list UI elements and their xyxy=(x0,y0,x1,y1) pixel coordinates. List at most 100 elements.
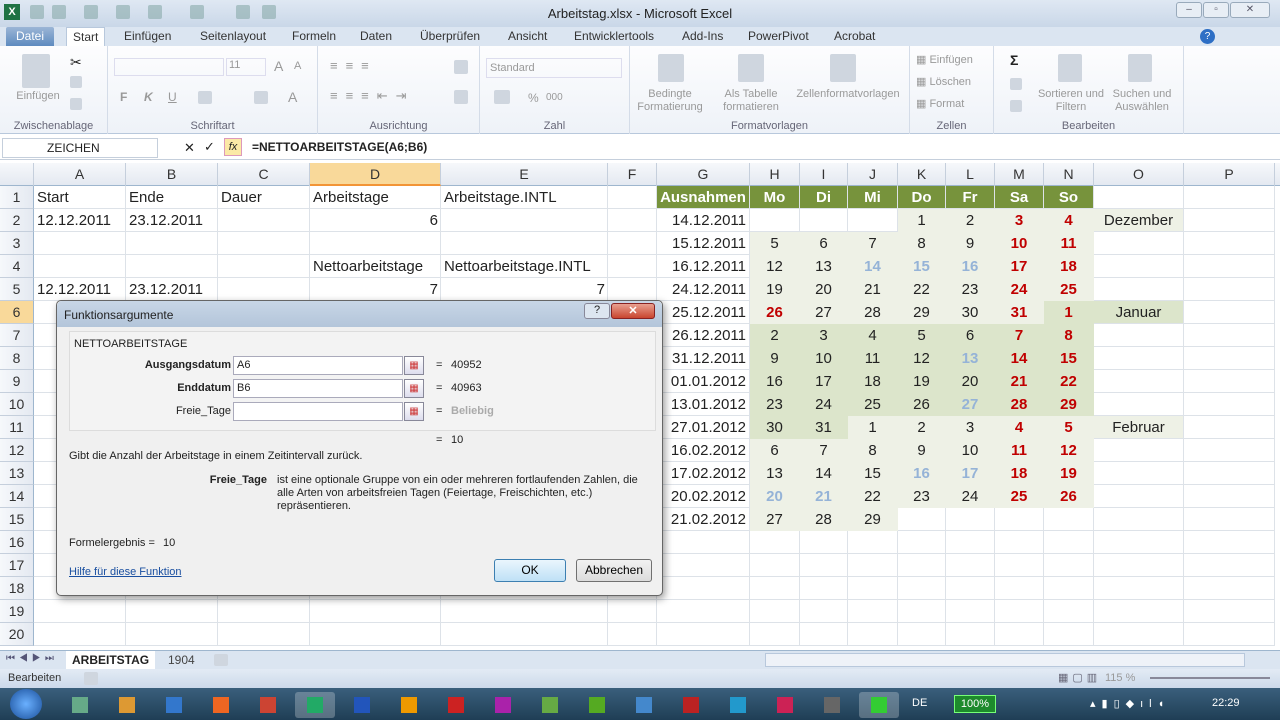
column-header-K[interactable]: K xyxy=(898,163,946,186)
row-header-20[interactable]: 20 xyxy=(0,623,34,646)
row-header-2[interactable]: 2 xyxy=(0,209,34,232)
calendar-day[interactable] xyxy=(946,508,995,531)
calendar-day[interactable]: 1 xyxy=(848,416,898,439)
start-button[interactable] xyxy=(10,689,42,719)
calendar-day[interactable]: 31 xyxy=(800,416,848,439)
calendar-day[interactable]: 24 xyxy=(800,393,848,416)
tab-add-ins[interactable]: Add-Ins xyxy=(676,27,729,46)
row-header-17[interactable]: 17 xyxy=(0,554,34,577)
cell[interactable] xyxy=(657,623,750,646)
taskbar-app-explorer-icon[interactable] xyxy=(60,692,100,718)
cell[interactable] xyxy=(995,531,1044,554)
cell[interactable] xyxy=(1184,554,1275,577)
cell-A1[interactable]: Start xyxy=(34,186,126,209)
tab-acrobat[interactable]: Acrobat xyxy=(828,27,881,46)
cell[interactable] xyxy=(1184,393,1275,416)
tab-daten[interactable]: Daten xyxy=(354,27,398,46)
tray-icons[interactable]: ▴▮▯◆ıl◖ xyxy=(1090,697,1170,710)
cell-B1[interactable]: Ende xyxy=(126,186,218,209)
cell-D2[interactable]: 6 xyxy=(310,209,441,232)
exception-date[interactable]: 14.12.2011 xyxy=(657,209,750,232)
delete-cells-button[interactable]: ▦ Löschen xyxy=(916,76,971,89)
find-select-icon[interactable] xyxy=(1128,54,1152,82)
cancel-formula-icon[interactable]: ✕ xyxy=(184,140,195,156)
collapse-dialog-icon[interactable]: ▦ xyxy=(404,402,424,421)
close-button[interactable]: ✕ xyxy=(1230,2,1270,18)
taskbar-app-M-icon[interactable] xyxy=(812,692,852,718)
cell-A2[interactable]: 12.12.2011 xyxy=(34,209,126,232)
exception-date[interactable]: 20.02.2012 xyxy=(657,485,750,508)
calendar-day[interactable]: 3 xyxy=(800,324,848,347)
calendar-day[interactable]: 8 xyxy=(848,439,898,462)
cell[interactable] xyxy=(1094,600,1184,623)
bold-button[interactable]: F xyxy=(120,90,127,104)
cell[interactable] xyxy=(1184,623,1275,646)
number-format-select[interactable]: Standard xyxy=(486,58,622,78)
cell[interactable] xyxy=(1184,416,1275,439)
calendar-day[interactable]: 16 xyxy=(946,255,995,278)
cell-E4[interactable]: Nettoarbeitstage.INTL xyxy=(441,255,608,278)
cell[interactable] xyxy=(608,623,657,646)
cell[interactable] xyxy=(1184,485,1275,508)
cell[interactable] xyxy=(1184,439,1275,462)
cell[interactable] xyxy=(1184,577,1275,600)
cell[interactable] xyxy=(1184,531,1275,554)
cell[interactable] xyxy=(1184,324,1275,347)
cell[interactable] xyxy=(218,623,310,646)
exception-date[interactable]: 27.01.2012 xyxy=(657,416,750,439)
sheet-tab-arbeitstag[interactable]: ARBEITSTAG xyxy=(66,651,156,669)
calendar-day[interactable]: 20 xyxy=(946,370,995,393)
shrink-font-icon[interactable]: A xyxy=(294,60,301,72)
taskbar-app-P-icon[interactable] xyxy=(577,692,617,718)
calendar-day[interactable]: 22 xyxy=(1044,370,1094,393)
calendar-day[interactable]: 7 xyxy=(800,439,848,462)
row-header-11[interactable]: 11 xyxy=(0,416,34,439)
row-header-16[interactable]: 16 xyxy=(0,531,34,554)
exception-date[interactable]: 24.12.2011 xyxy=(657,278,750,301)
autosum-icon[interactable]: Σ xyxy=(1010,52,1018,68)
exception-date[interactable]: 13.01.2012 xyxy=(657,393,750,416)
cell[interactable] xyxy=(126,600,218,623)
cell-A5[interactable]: 12.12.2011 xyxy=(34,278,126,301)
row-header-4[interactable]: 4 xyxy=(0,255,34,278)
calendar-day[interactable]: 16 xyxy=(898,462,946,485)
sort-filter-button[interactable]: Sortieren und Filtern xyxy=(1036,88,1106,114)
calendar-day[interactable]: 27 xyxy=(800,301,848,324)
cell[interactable] xyxy=(946,577,995,600)
cell-B2[interactable]: 23.12.2011 xyxy=(126,209,218,232)
cell[interactable] xyxy=(1184,508,1275,531)
calendar-day[interactable]: 26 xyxy=(1044,485,1094,508)
cell-E5[interactable]: 7 xyxy=(441,278,608,301)
cell[interactable] xyxy=(848,531,898,554)
taskbar-app-W-icon[interactable] xyxy=(342,692,382,718)
cell[interactable] xyxy=(1044,623,1094,646)
tab-entwicklertools[interactable]: Entwicklertools xyxy=(568,27,660,46)
calendar-day[interactable] xyxy=(800,209,848,232)
cell[interactable] xyxy=(898,577,946,600)
calendar-day[interactable]: 29 xyxy=(898,301,946,324)
cell[interactable] xyxy=(946,600,995,623)
calendar-day[interactable] xyxy=(1044,508,1094,531)
horizontal-align-icons[interactable]: ≡≡≡⇤⇥ xyxy=(330,88,415,104)
calendar-day[interactable]: 12 xyxy=(898,347,946,370)
calendar-day[interactable]: 9 xyxy=(946,232,995,255)
exception-date[interactable]: 01.01.2012 xyxy=(657,370,750,393)
exception-date[interactable]: 16.02.2012 xyxy=(657,439,750,462)
cell-D1[interactable]: Arbeitstage xyxy=(310,186,441,209)
cell[interactable] xyxy=(800,531,848,554)
cell[interactable] xyxy=(1184,186,1275,209)
cell[interactable] xyxy=(1094,462,1184,485)
cell[interactable] xyxy=(750,577,800,600)
grow-font-icon[interactable]: A xyxy=(274,58,283,74)
format-cells-button[interactable]: ▦ Format xyxy=(916,98,964,111)
calendar-day[interactable]: 4 xyxy=(995,416,1044,439)
calendar-day[interactable]: 6 xyxy=(946,324,995,347)
calendar-day[interactable]: 17 xyxy=(800,370,848,393)
calendar-day[interactable]: 20 xyxy=(750,485,800,508)
taskbar-app-outlook-icon[interactable] xyxy=(718,692,758,718)
cell[interactable] xyxy=(1094,255,1184,278)
calendar-day[interactable]: 23 xyxy=(898,485,946,508)
cell[interactable] xyxy=(218,278,310,301)
cell-C1[interactable]: Dauer xyxy=(218,186,310,209)
calendar-day[interactable] xyxy=(995,508,1044,531)
